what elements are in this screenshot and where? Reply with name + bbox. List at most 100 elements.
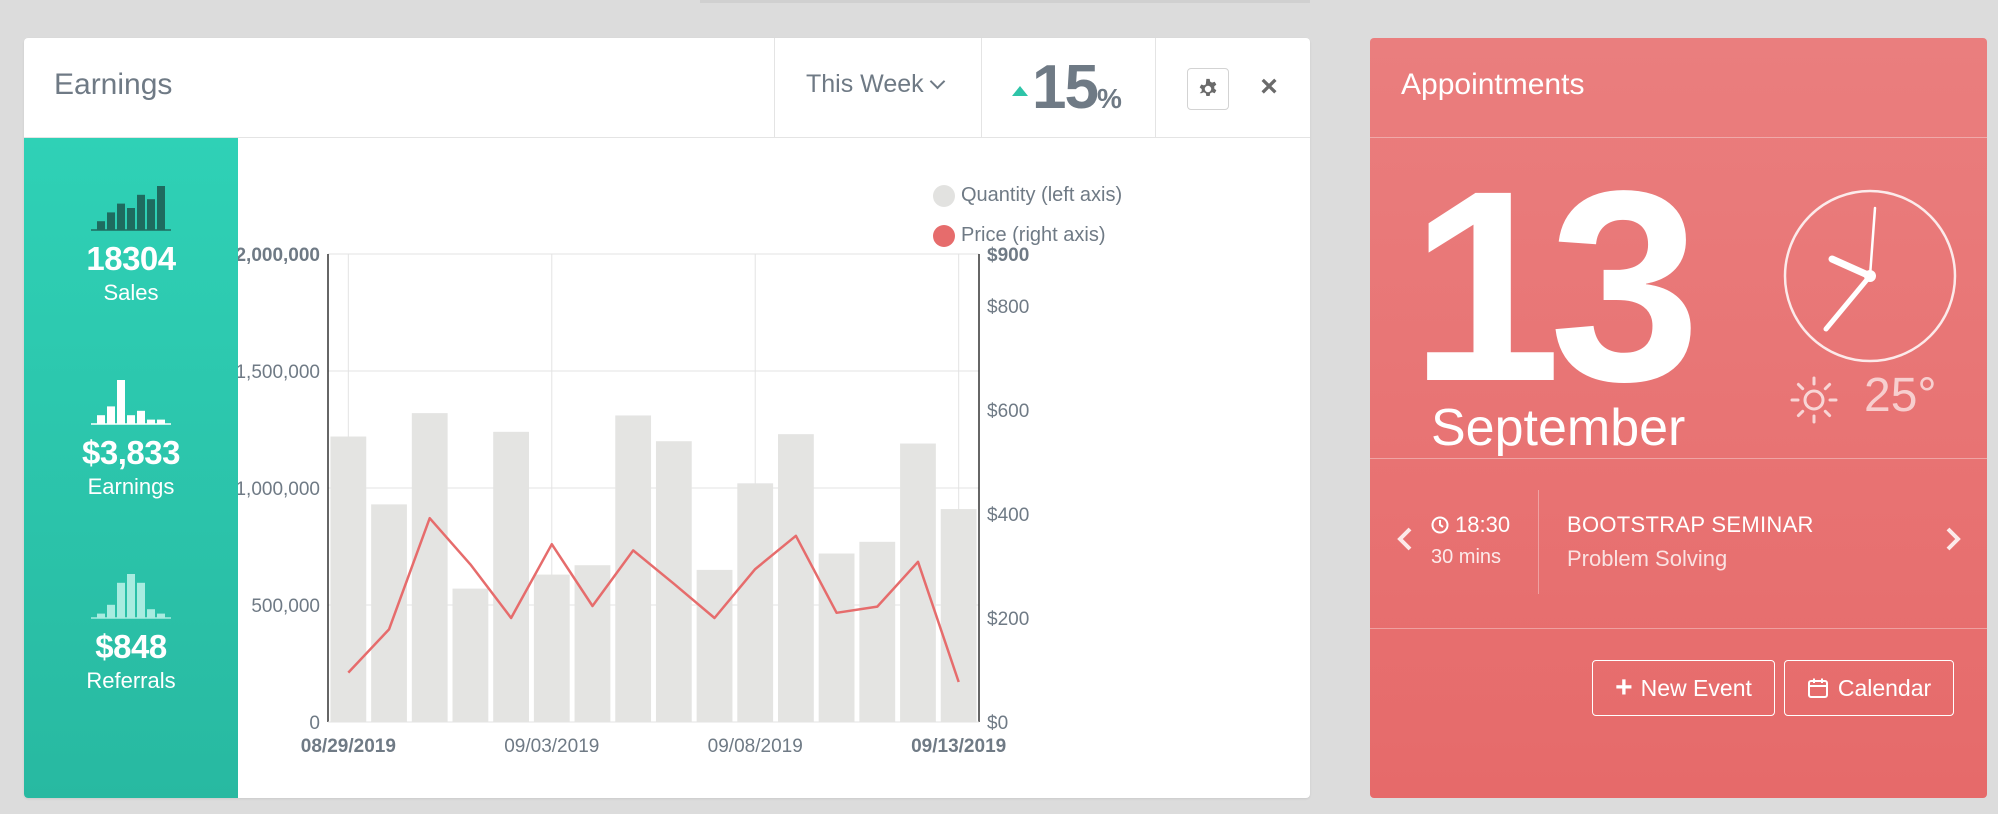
divider bbox=[1370, 458, 1987, 459]
y-right-tick-label: $0 bbox=[987, 713, 1008, 734]
quantity-bar[interactable] bbox=[696, 569, 733, 722]
earnings-chart: 0 500,000 1,000,000 1,500,000 2,000,000 $0 $20… bbox=[238, 245, 1029, 757]
clock-small-icon bbox=[1431, 516, 1449, 534]
x-tick-label: 08/29/2019 bbox=[301, 736, 396, 757]
y-left-tick-label: 500,000 bbox=[251, 596, 320, 617]
earnings-header: Earnings This Week 15% × bbox=[24, 38, 1310, 138]
appointments-panel: Appointments 13 September 25° 18:30 30 m… bbox=[1370, 38, 1987, 798]
quantity-bar[interactable] bbox=[330, 436, 367, 722]
quantity-bar[interactable] bbox=[778, 434, 814, 722]
quantity-bar[interactable] bbox=[818, 553, 855, 722]
change-percent: 15% bbox=[1012, 52, 1122, 123]
stat-value: $3,833 bbox=[82, 434, 180, 471]
spark-bar bbox=[137, 194, 145, 230]
gear-icon bbox=[1199, 78, 1217, 97]
top-divider bbox=[700, 0, 1310, 3]
appointments-title: Appointments bbox=[1401, 68, 1585, 101]
earnings-panel: Earnings This Week 15% × 18304 Sales $3,… bbox=[24, 38, 1310, 798]
y-left-tick-label: 0 bbox=[309, 713, 320, 734]
spark-bar bbox=[147, 199, 155, 230]
quantity-bar[interactable] bbox=[737, 483, 774, 722]
quantity-bar[interactable] bbox=[371, 504, 407, 722]
y-right-tick-label: $200 bbox=[987, 609, 1029, 630]
event-duration: 30 mins bbox=[1431, 546, 1502, 568]
event-time: 18:30 bbox=[1431, 512, 1510, 538]
spark-bar bbox=[147, 609, 155, 618]
spark-bar bbox=[127, 208, 135, 230]
sun-icon bbox=[1790, 376, 1838, 424]
quantity-bar[interactable] bbox=[533, 574, 570, 722]
divider bbox=[1370, 628, 1987, 629]
plus-icon: + bbox=[1615, 671, 1633, 704]
spark-bar bbox=[117, 380, 125, 424]
spark-bar bbox=[157, 419, 165, 424]
next-event-button[interactable] bbox=[1943, 524, 1963, 563]
calendar-label: Calendar bbox=[1837, 674, 1932, 701]
spark-bar bbox=[97, 613, 105, 618]
spark-bar bbox=[107, 406, 115, 424]
prev-event-button[interactable] bbox=[1395, 524, 1415, 563]
event-time-value: 18:30 bbox=[1455, 512, 1511, 537]
spark-bar bbox=[127, 574, 135, 618]
header-divider bbox=[1155, 38, 1156, 137]
period-dropdown[interactable]: This Week bbox=[806, 70, 945, 99]
stat-earnings: $3,833 Earnings bbox=[24, 376, 238, 500]
stats-sidebar: 18304 Sales $3,833 Earnings $848 Referra… bbox=[24, 138, 238, 798]
new-event-button[interactable]: + New Event bbox=[1592, 660, 1775, 716]
change-value: 15 bbox=[1032, 53, 1099, 122]
y-right-tick-label: $800 bbox=[987, 297, 1029, 318]
close-button[interactable]: × bbox=[1254, 72, 1284, 102]
close-icon: × bbox=[1260, 70, 1278, 103]
earnings-title: Earnings bbox=[54, 68, 173, 101]
header-divider bbox=[774, 38, 775, 137]
spark-bar bbox=[137, 410, 145, 424]
earnings-bars-icon bbox=[91, 380, 171, 425]
new-event-label: New Event bbox=[1640, 674, 1752, 701]
x-tick-label: 09/08/2019 bbox=[708, 736, 803, 757]
stat-label: Referrals bbox=[86, 668, 176, 693]
stat-value: 18304 bbox=[86, 240, 176, 277]
calendar-button[interactable]: Calendar bbox=[1784, 660, 1954, 716]
calendar-month: September bbox=[1431, 399, 1686, 457]
y-right-tick-label: $900 bbox=[987, 245, 1029, 266]
spark-bar bbox=[107, 212, 115, 230]
chevron-right-icon bbox=[1946, 527, 1961, 551]
caret-up-icon bbox=[1012, 86, 1028, 96]
chevron-down-icon bbox=[929, 73, 945, 90]
y-right-tick-label: $400 bbox=[987, 505, 1029, 526]
x-tick-label: 09/03/2019 bbox=[504, 736, 599, 757]
spark-bar bbox=[107, 604, 115, 618]
quantity-bar[interactable] bbox=[452, 588, 489, 722]
quantity-bar[interactable] bbox=[940, 509, 977, 722]
spark-bar bbox=[137, 582, 145, 618]
spark-bar bbox=[117, 203, 125, 230]
spark-bar bbox=[157, 186, 165, 230]
settings-button[interactable] bbox=[1187, 68, 1229, 110]
spark-bar bbox=[97, 415, 105, 424]
y-left-tick-label: 1,000,000 bbox=[238, 479, 320, 500]
calendar-icon bbox=[1807, 678, 1828, 698]
stat-label: Earnings bbox=[87, 474, 175, 499]
chevron-left-icon bbox=[1397, 527, 1412, 551]
event-title: BOOTSTRAP SEMINAR bbox=[1567, 512, 1814, 537]
stat-sales: 18304 Sales bbox=[24, 182, 238, 306]
clock-icon bbox=[1783, 189, 1957, 363]
referrals-bars-icon bbox=[91, 574, 171, 619]
spark-bar bbox=[117, 582, 125, 618]
stat-value: $848 bbox=[95, 628, 167, 665]
quantity-bar[interactable] bbox=[493, 431, 529, 722]
spark-bar bbox=[127, 415, 135, 424]
header-divider bbox=[981, 38, 982, 137]
stat-label: Sales bbox=[103, 280, 159, 305]
calendar-day: 13 bbox=[1410, 134, 1701, 438]
quantity-bar[interactable] bbox=[900, 443, 936, 722]
stat-referrals: $848 Referrals bbox=[24, 570, 238, 694]
y-left-tick-label: 1,500,000 bbox=[238, 362, 320, 383]
y-right-tick-label: $600 bbox=[987, 401, 1029, 422]
spark-bar bbox=[147, 419, 155, 424]
quantity-bar[interactable] bbox=[655, 441, 692, 722]
quantity-bar[interactable] bbox=[859, 541, 896, 722]
change-unit: % bbox=[1096, 83, 1122, 114]
temperature: 25° bbox=[1864, 369, 1937, 422]
quantity-bar[interactable] bbox=[411, 413, 448, 722]
